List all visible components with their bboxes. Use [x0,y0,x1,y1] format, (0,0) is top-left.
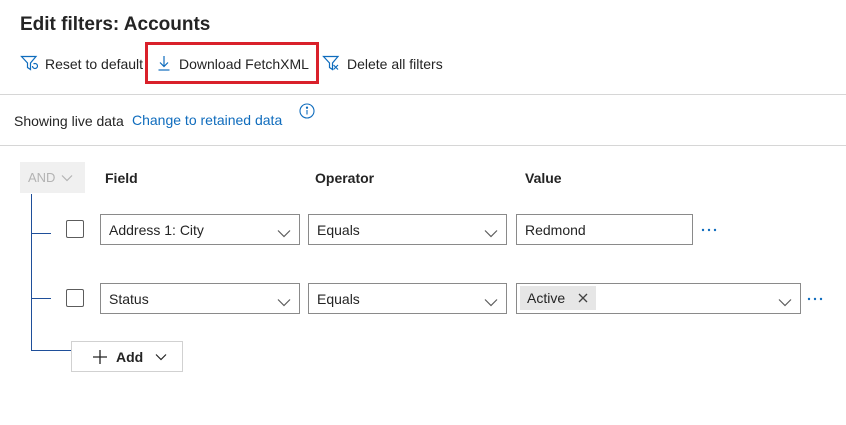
data-source-label: Showing live data [14,113,124,129]
group-operator-dropdown[interactable]: AND [20,162,85,193]
value-tag-label: Active [527,290,566,306]
page-title: Edit filters: Accounts [20,14,211,35]
change-to-retained-data-link[interactable]: Change to retained data [132,112,282,128]
row-checkbox[interactable] [66,289,84,307]
row-checkbox[interactable] [66,220,84,238]
reset-label: Reset to default [45,56,144,72]
tree-branch [31,350,71,351]
add-label: Add [116,348,144,365]
chevron-down-icon [778,294,792,310]
add-button[interactable]: Add [71,341,183,372]
value-input[interactable] [516,214,693,245]
field-select-value: Address 1: City [109,221,204,238]
highlight-box [145,42,319,84]
tree-branch [31,233,51,234]
chevron-down-icon [155,353,167,361]
value-column-header: Value [525,170,562,186]
field-select[interactable]: Status [100,283,300,314]
close-icon[interactable] [578,293,588,303]
group-operator-label: AND [28,170,56,185]
delete-label: Delete all filters [347,56,443,72]
plus-icon [92,349,108,365]
chevron-down-icon [277,225,291,241]
chevron-down-icon [484,294,498,310]
chevron-down-icon [277,294,291,310]
value-tag: Active [520,286,597,310]
delete-all-filters-button[interactable]: Delete all filters [322,52,443,76]
more-icon[interactable] [700,220,718,236]
reset-to-default-button[interactable]: Reset to default [20,52,143,76]
divider [0,145,846,146]
filter-reset-icon [20,54,45,75]
divider [0,94,846,95]
field-column-header: Field [105,170,138,186]
chevron-down-icon [55,170,73,185]
operator-select-value: Equals [317,221,360,238]
tree-branch [31,298,51,299]
operator-select-value: Equals [317,290,360,307]
tree-line [31,194,32,351]
chevron-down-icon [484,225,498,241]
operator-select[interactable]: Equals [308,283,507,314]
field-select-value: Status [109,290,149,307]
more-icon[interactable] [806,289,824,305]
field-select[interactable]: Address 1: City [100,214,300,245]
operator-column-header: Operator [315,170,375,186]
info-icon[interactable] [299,103,315,124]
filter-delete-icon [322,54,347,75]
operator-select[interactable]: Equals [308,214,507,245]
